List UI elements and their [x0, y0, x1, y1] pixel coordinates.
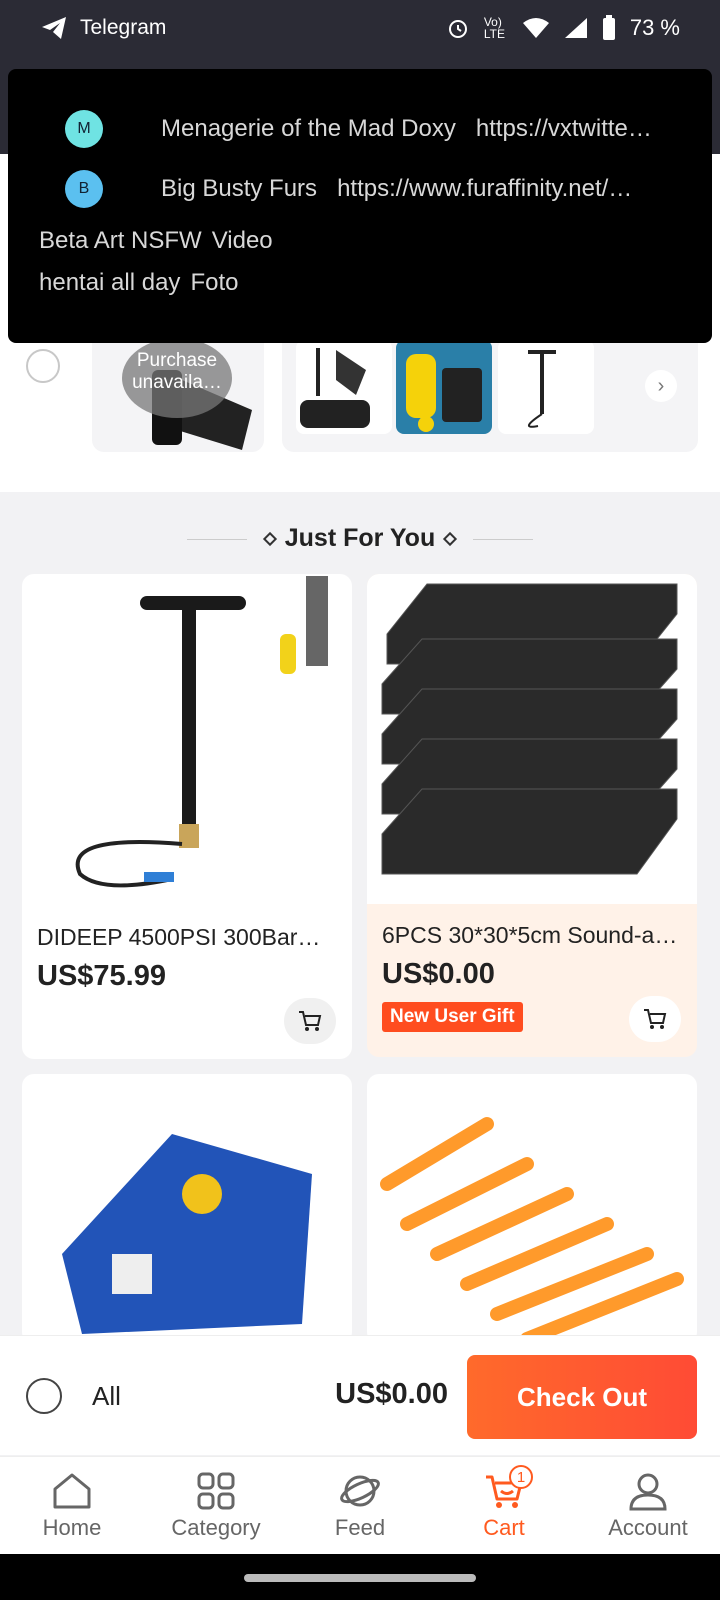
cart-icon — [644, 1009, 667, 1029]
chat-preview: https://vxtwitte… — [475, 115, 652, 142]
notification-app-name: Telegram — [80, 16, 167, 39]
strip-thumbnail[interactable] — [396, 340, 492, 434]
tab-label: Home — [42, 1514, 102, 1540]
notification-sender: hentai all day — [39, 269, 181, 296]
tab-cart[interactable]: Cart 1 — [432, 1457, 576, 1554]
section-title: Just For You — [284, 524, 436, 552]
network-type-label: Vo) LTE — [483, 15, 505, 41]
tab-home[interactable]: Home — [0, 1457, 144, 1554]
select-store-checkbox[interactable] — [26, 349, 60, 383]
strip-thumbnail[interactable] — [498, 340, 594, 434]
cart-icon — [299, 1011, 322, 1031]
select-all-checkbox[interactable] — [26, 1378, 62, 1414]
product-image — [62, 1134, 312, 1334]
product-image — [380, 1117, 684, 1344]
chat-name: Big Busty Furs — [161, 175, 318, 202]
product-title: 6PCS 30*30*5cm Sound-a… — [382, 922, 678, 948]
product-image — [75, 576, 328, 888]
section-header: Just For You — [0, 524, 720, 553]
battery-icon — [602, 15, 615, 40]
tab-label: Cart — [483, 1514, 525, 1540]
unavailable-product-card[interactable]: Purchase unavaila… — [92, 330, 264, 452]
product-image — [381, 583, 678, 875]
strip-thumbnail[interactable] — [296, 340, 392, 434]
home-icon — [53, 1473, 91, 1508]
tab-account[interactable]: Account — [576, 1457, 720, 1554]
alarm-icon — [448, 20, 467, 38]
feed-icon — [340, 1475, 380, 1506]
product-price: US$0.00 — [382, 958, 495, 990]
product-price: US$75.99 — [37, 960, 166, 992]
wifi-icon — [522, 18, 549, 38]
checkout-button[interactable]: Check Out — [467, 1355, 697, 1439]
system-nav-bar — [0, 1554, 720, 1600]
telegram-notification[interactable]: M Menagerie of the Mad Doxy https://vxtw… — [8, 69, 712, 343]
add-to-cart-button[interactable] — [629, 996, 681, 1042]
add-to-cart-button[interactable] — [284, 998, 336, 1044]
product-image — [406, 354, 482, 432]
notification-message: Foto — [190, 269, 239, 296]
account-icon — [629, 1473, 667, 1510]
product-title: DIDEEP 4500PSI 300Bar… — [37, 924, 321, 950]
battery-percent: 73 % — [629, 15, 680, 40]
product-image — [528, 350, 556, 428]
home-gesture-handle[interactable] — [244, 1574, 476, 1582]
tab-feed[interactable]: Feed — [288, 1457, 432, 1554]
chat-name: Menagerie of the Mad Doxy — [161, 115, 456, 142]
signal-icon — [564, 18, 587, 38]
notification-line: hentai all day Foto — [39, 269, 238, 297]
product-card[interactable]: 6PCS 30*30*5cm Sound-a… US$0.00 New User… — [367, 574, 697, 1057]
notification-sender: Beta Art NSFW — [39, 227, 202, 254]
telegram-icon — [42, 17, 66, 39]
product-image — [300, 348, 370, 428]
chat-preview: https://www.furaffinity.net/… — [337, 175, 633, 202]
tab-label: Category — [171, 1514, 261, 1540]
bottom-tab-bar: Home Category Feed Cart 1 Account — [0, 1456, 720, 1554]
tab-label: Feed — [334, 1514, 386, 1540]
new-user-gift-badge: New User Gift — [382, 1002, 523, 1032]
category-icon — [197, 1472, 235, 1509]
status-bar: Telegram Vo) LTE 73 % — [0, 0, 720, 56]
cart-count-badge: 1 — [509, 1465, 533, 1489]
tab-label: Account — [608, 1514, 688, 1540]
product-card[interactable] — [22, 1074, 352, 1344]
chevron-right-icon[interactable]: › — [645, 370, 677, 402]
tab-category[interactable]: Category — [144, 1457, 288, 1554]
product-card[interactable] — [367, 1074, 697, 1344]
diamond-icon — [443, 532, 458, 547]
notification-line: Beta Art NSFW Video — [39, 227, 273, 255]
recommended-strip[interactable] — [282, 330, 698, 452]
chat-avatar: B — [65, 170, 103, 208]
cart-total: US$0.00 — [335, 1378, 448, 1410]
purchase-unavailable-badge: Purchase unavaila… — [122, 338, 232, 418]
select-all-label[interactable]: All — [92, 1381, 121, 1412]
notification-message: Video — [211, 227, 273, 254]
product-card[interactable]: DIDEEP 4500PSI 300Bar… US$75.99 — [22, 574, 352, 1059]
diamond-icon — [262, 532, 277, 547]
chat-avatar: M — [65, 110, 103, 148]
